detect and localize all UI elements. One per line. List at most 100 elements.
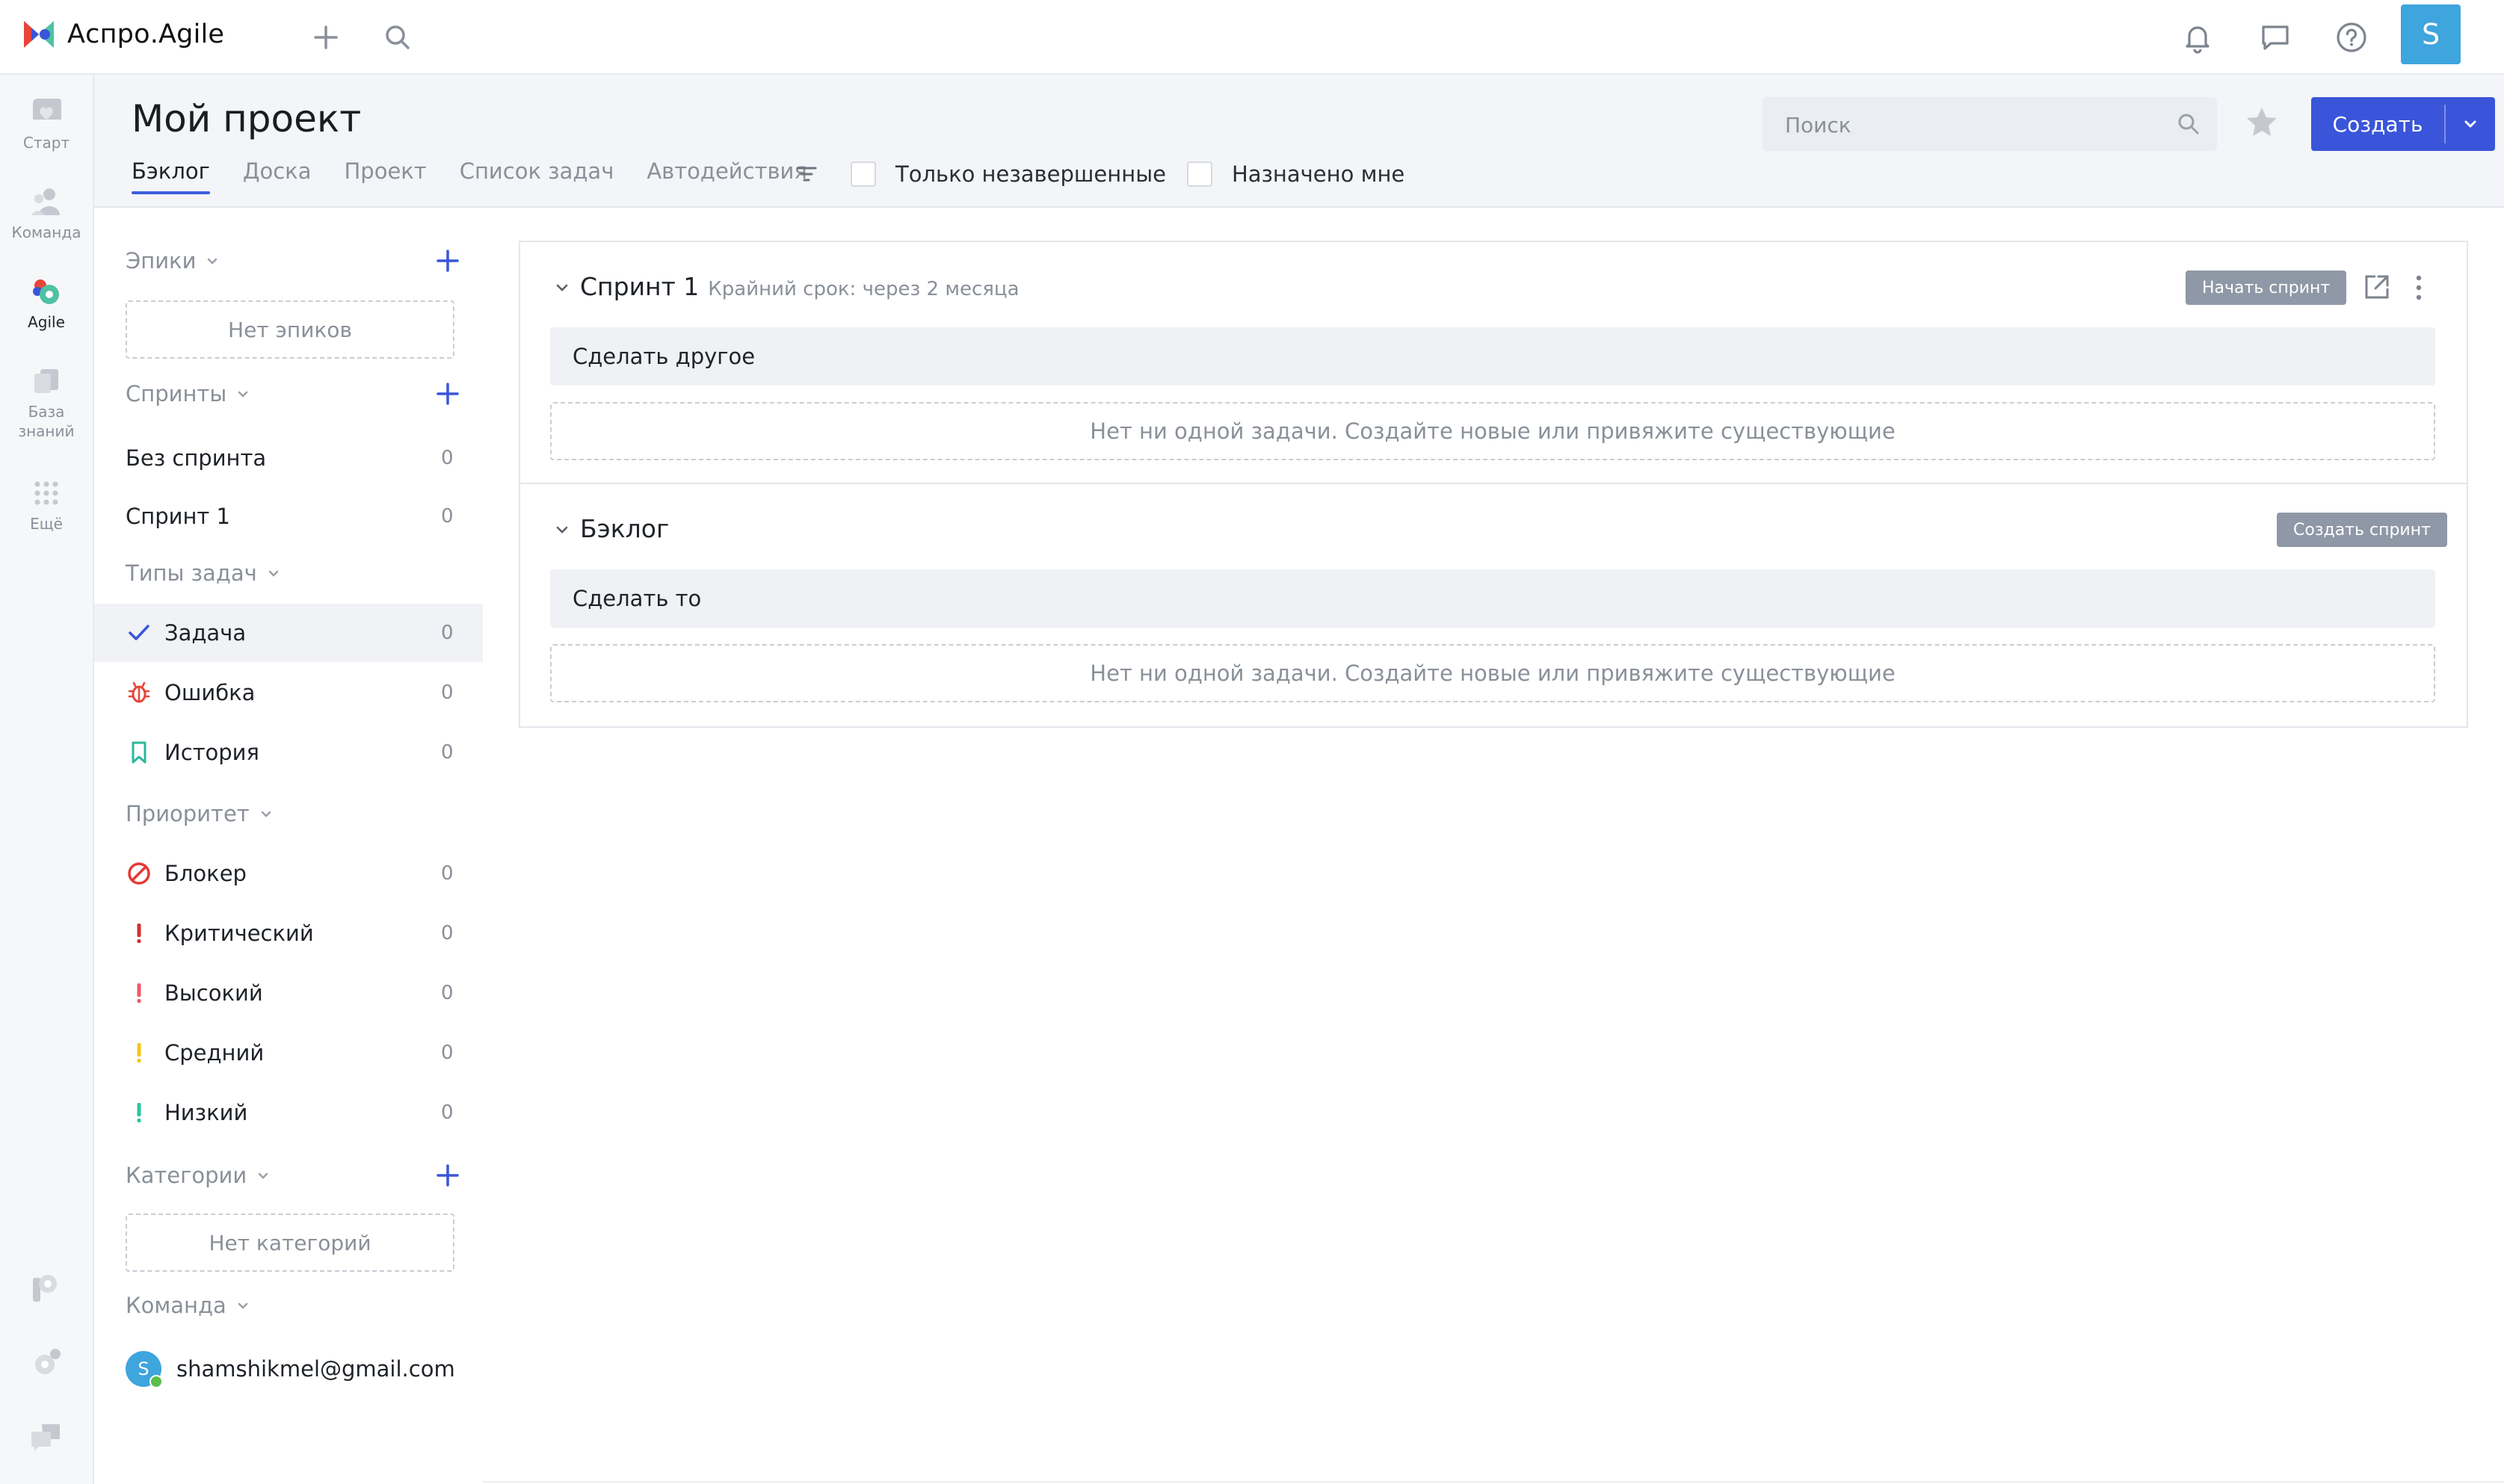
star-icon[interactable] xyxy=(2244,105,2280,140)
tab-task-list[interactable]: Список задач xyxy=(460,158,614,194)
section-title: Спринты xyxy=(126,381,227,406)
more-vertical-icon[interactable] xyxy=(2413,273,2425,302)
backlog-board: Спринт 1 Крайний срок: через 2 месяца На… xyxy=(519,241,2468,728)
user-avatar[interactable]: S xyxy=(2401,4,2461,64)
section-header-task-types[interactable]: Типы задач xyxy=(126,560,281,586)
backlog-sidebar: Эпики Нет эпиков Спринты Без спринта 0 С… xyxy=(94,208,483,1484)
avatar-initial: S xyxy=(138,1358,149,1379)
sidebar-item-no-sprint[interactable]: Без спринта 0 xyxy=(94,429,483,487)
item-label: Низкий xyxy=(164,1100,248,1125)
item-count: 0 xyxy=(441,982,454,1004)
avatar: S xyxy=(126,1351,163,1388)
section-divider xyxy=(520,483,2467,484)
sidebar-item-medium[interactable]: Средний 0 xyxy=(94,1024,483,1082)
rail-item-agile[interactable]: Agile xyxy=(0,276,93,332)
add-category-icon[interactable] xyxy=(435,1163,460,1188)
chevron-down-icon[interactable] xyxy=(555,280,570,295)
sidebar-item-bug[interactable]: Ошибка 0 xyxy=(94,664,483,722)
item-label: Высокий xyxy=(164,980,263,1006)
add-sprint-icon[interactable] xyxy=(435,381,460,406)
backlog-header[interactable]: Бэклог xyxy=(555,514,669,543)
chat-icon[interactable] xyxy=(2256,18,2295,57)
bottom-divider xyxy=(483,1481,2504,1483)
pin-icon[interactable] xyxy=(28,1270,64,1306)
chevron-down-icon xyxy=(238,391,248,398)
sidebar-item-high[interactable]: Высокий 0 xyxy=(94,964,483,1022)
categories-empty-box[interactable]: Нет категорий xyxy=(126,1214,454,1272)
only-unfinished-checkbox[interactable] xyxy=(851,161,876,187)
task-row[interactable]: Сделать другое xyxy=(550,327,2435,386)
section-header-categories[interactable]: Категории xyxy=(126,1163,271,1188)
sidebar-item-low[interactable]: Низкий 0 xyxy=(94,1083,483,1142)
team-member[interactable]: S shamshikmel@gmail.com xyxy=(126,1351,455,1388)
item-label: Спринт 1 xyxy=(126,504,230,529)
bookmark-icon xyxy=(126,739,152,766)
add-icon[interactable] xyxy=(306,18,345,57)
filter-row: Только незавершенные Назначено мне xyxy=(794,161,1425,187)
create-sprint-button[interactable]: Создать спринт xyxy=(2277,513,2447,547)
sidebar-item-blocker[interactable]: Блокер 0 xyxy=(94,844,483,903)
chevron-down-icon[interactable] xyxy=(555,522,570,537)
sidebar-item-sprint-1[interactable]: Спринт 1 0 xyxy=(94,487,483,545)
check-icon xyxy=(126,619,152,646)
exclamation-icon xyxy=(126,1099,152,1126)
item-label: Без спринта xyxy=(126,445,267,471)
tab-board[interactable]: Доска xyxy=(243,158,312,194)
rail-label: Ещё xyxy=(30,515,63,533)
project-tabs: Бэклог Доска Проект Список задач Автодей… xyxy=(132,158,840,194)
section-header-priority[interactable]: Приоритет xyxy=(126,801,274,826)
item-count: 0 xyxy=(441,622,454,644)
rail-label: Старт xyxy=(22,134,70,152)
create-button[interactable]: Создать xyxy=(2311,97,2495,151)
create-button-label: Создать xyxy=(2332,111,2423,137)
section-title: Категории xyxy=(126,1163,247,1188)
sprint-header[interactable]: Спринт 1 Крайний срок: через 2 месяца xyxy=(555,272,1020,301)
section-header-epics[interactable]: Эпики xyxy=(126,248,220,273)
epics-empty-box[interactable]: Нет эпиков xyxy=(126,300,454,359)
task-row[interactable]: Сделать то xyxy=(550,569,2435,628)
rail-item-knowledge[interactable]: База знаний xyxy=(0,366,93,441)
app-logo[interactable]: Аспро.Agile xyxy=(21,16,224,52)
item-label: Блокер xyxy=(164,861,247,886)
tab-project[interactable]: Проект xyxy=(344,158,426,194)
search-icon[interactable] xyxy=(378,18,417,57)
bug-icon xyxy=(126,679,152,706)
feedback-icon[interactable] xyxy=(28,1418,64,1454)
sidebar-item-story[interactable]: История 0 xyxy=(94,723,483,782)
tab-automation[interactable]: Автодействия xyxy=(647,158,807,194)
create-dropdown-toggle[interactable] xyxy=(2446,115,2495,133)
sprint-empty-dropzone[interactable]: Нет ни одной задачи. Создайте новые или … xyxy=(550,402,2435,460)
sidebar-item-task[interactable]: Задача 0 xyxy=(94,604,483,662)
item-count: 0 xyxy=(441,447,454,469)
rail-item-more[interactable]: Ещё xyxy=(0,478,93,534)
add-epic-icon[interactable] xyxy=(435,248,460,273)
search-icon[interactable] xyxy=(2175,111,2202,137)
bell-icon[interactable] xyxy=(2178,18,2217,57)
tab-backlog[interactable]: Бэклог xyxy=(132,158,210,194)
section-header-sprints[interactable]: Спринты xyxy=(126,381,250,406)
rail-label: Agile xyxy=(28,313,65,331)
filter-icon[interactable] xyxy=(794,161,819,187)
item-count: 0 xyxy=(441,1042,454,1064)
section-header-team[interactable]: Команда xyxy=(126,1293,250,1318)
section-title: Команда xyxy=(126,1293,226,1318)
rail-item-team[interactable]: Команда xyxy=(0,187,93,242)
left-rail: Старт Команда Agile База знаний Ещё xyxy=(0,75,94,1484)
agile-icon xyxy=(33,279,59,304)
search-input[interactable] xyxy=(1783,108,2160,142)
sprint-name: Спринт 1 xyxy=(580,272,700,301)
settings-icon[interactable] xyxy=(28,1345,64,1381)
help-icon[interactable] xyxy=(2332,18,2371,57)
sidebar-item-critical[interactable]: Критический 0 xyxy=(94,904,483,962)
knowledge-base-icon xyxy=(34,369,58,393)
backlog-empty-dropzone[interactable]: Нет ни одной задачи. Создайте новые или … xyxy=(550,644,2435,702)
grid-dots-icon xyxy=(34,481,58,505)
chevron-down-icon xyxy=(2464,120,2476,128)
item-label: Критический xyxy=(164,921,314,946)
item-label: Задача xyxy=(164,620,247,646)
start-sprint-button[interactable]: Начать спринт xyxy=(2186,270,2347,305)
assigned-to-me-checkbox[interactable] xyxy=(1186,161,1212,187)
open-external-icon[interactable] xyxy=(2362,272,2392,302)
item-count: 0 xyxy=(441,922,454,944)
rail-item-start[interactable]: Старт xyxy=(0,97,93,152)
